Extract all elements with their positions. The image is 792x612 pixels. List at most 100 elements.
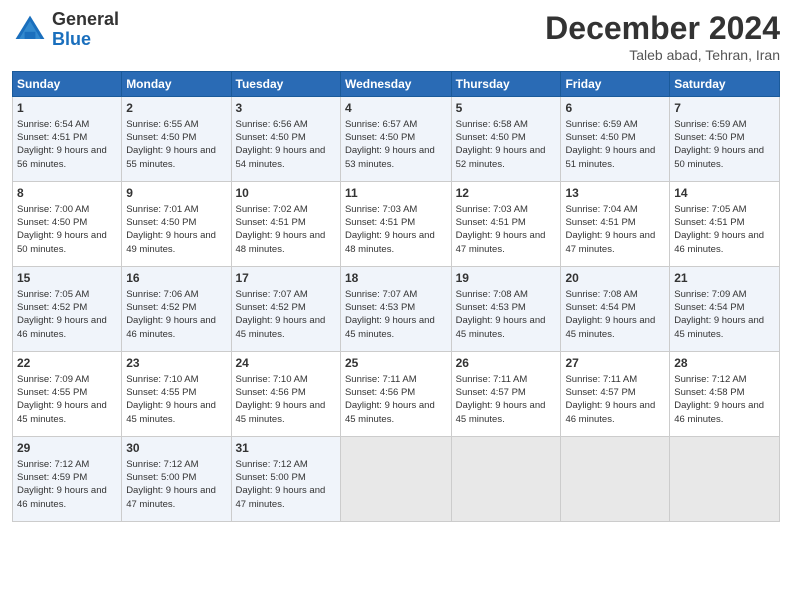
calendar-cell: 29Sunrise: 7:12 AMSunset: 4:59 PMDayligh… [13, 437, 122, 522]
daylight-text: Daylight: 9 hours and 45 minutes. [236, 315, 326, 339]
calendar-cell: 20 Sunrise: 7:08 AM Sunset: 4:54 PM Dayligh… [561, 267, 670, 352]
sunset-text: Sunset: 4:54 PM [674, 302, 744, 313]
sunset-text: Sunset: 4:50 PM [565, 132, 635, 143]
sunrise-text: Sunrise: 6:54 AM [17, 119, 89, 130]
daylight-text: Daylight: 9 hours and 48 minutes. [236, 230, 326, 254]
calendar-cell: 5Sunrise: 6:58 AMSunset: 4:50 PMDaylight… [451, 97, 561, 182]
daylight-text: Daylight: 9 hours and 46 minutes. [674, 400, 764, 424]
sunrise-text: Sunrise: 6:56 AM [236, 119, 308, 130]
header-row: SundayMondayTuesdayWednesdayThursdayFrid… [13, 72, 780, 97]
sunrise-text: Sunrise: 7:03 AM [456, 204, 528, 215]
sunset-text: Sunset: 4:50 PM [345, 132, 415, 143]
day-number: 9 [126, 185, 226, 202]
sunrise-text: Sunrise: 7:11 AM [456, 374, 528, 385]
day-number: 17 [236, 270, 336, 287]
sunset-text: Sunset: 4:50 PM [126, 132, 196, 143]
daylight-text: Daylight: 9 hours and 50 minutes. [17, 230, 107, 254]
day-number: 15 [17, 270, 117, 287]
calendar-cell [451, 437, 561, 522]
calendar-cell: 31Sunrise: 7:12 AMSunset: 5:00 PMDayligh… [231, 437, 340, 522]
sunset-text: Sunset: 4:51 PM [345, 217, 415, 228]
calendar-cell: 9Sunrise: 7:01 AMSunset: 4:50 PMDaylight… [122, 182, 231, 267]
daylight-text: Daylight: 9 hours and 46 minutes. [17, 485, 107, 509]
sunset-text: Sunset: 4:50 PM [456, 132, 526, 143]
daylight-text: Daylight: 9 hours and 48 minutes. [345, 230, 435, 254]
sunset-text: Sunset: 4:55 PM [126, 387, 196, 398]
sunrise-text: Sunrise: 7:12 AM [17, 459, 89, 470]
daylight-text: Daylight: 9 hours and 50 minutes. [674, 145, 764, 169]
day-header-saturday: Saturday [670, 72, 780, 97]
daylight-text: Daylight: 9 hours and 45 minutes. [17, 400, 107, 424]
calendar-cell: 27Sunrise: 7:11 AMSunset: 4:57 PMDayligh… [561, 352, 670, 437]
calendar-cell [561, 437, 670, 522]
sunset-text: Sunset: 4:58 PM [674, 387, 744, 398]
sunrise-text: Sunrise: 6:57 AM [345, 119, 417, 130]
daylight-text: Daylight: 9 hours and 45 minutes. [345, 400, 435, 424]
week-row-5: 29Sunrise: 7:12 AMSunset: 4:59 PMDayligh… [13, 437, 780, 522]
day-number: 25 [345, 355, 447, 372]
sunset-text: Sunset: 4:54 PM [565, 302, 635, 313]
day-number: 21 [674, 270, 775, 287]
sunset-text: Sunset: 4:52 PM [17, 302, 87, 313]
week-row-2: 8Sunrise: 7:00 AMSunset: 4:50 PMDaylight… [13, 182, 780, 267]
sunrise-text: Sunrise: 7:11 AM [565, 374, 637, 385]
sunrise-text: Sunrise: 7:05 AM [674, 204, 746, 215]
calendar-cell: 25Sunrise: 7:11 AMSunset: 4:56 PMDayligh… [340, 352, 451, 437]
sunrise-text: Sunrise: 6:59 AM [674, 119, 746, 130]
day-number: 14 [674, 185, 775, 202]
calendar-cell: 18Sunrise: 7:07 AMSunset: 4:53 PMDayligh… [340, 267, 451, 352]
calendar-cell: 8Sunrise: 7:00 AMSunset: 4:50 PMDaylight… [13, 182, 122, 267]
day-number: 29 [17, 440, 117, 457]
week-row-1: 1Sunrise: 6:54 AMSunset: 4:51 PMDaylight… [13, 97, 780, 182]
day-number: 2 [126, 100, 226, 117]
daylight-text: Daylight: 9 hours and 47 minutes. [236, 485, 326, 509]
sunrise-text: Sunrise: 7:04 AM [565, 204, 637, 215]
daylight-text: Daylight: 9 hours and 56 minutes. [17, 145, 107, 169]
sunset-text: Sunset: 4:50 PM [674, 132, 744, 143]
calendar-cell: 21Sunrise: 7:09 AMSunset: 4:54 PMDayligh… [670, 267, 780, 352]
sunset-text: Sunset: 4:53 PM [345, 302, 415, 313]
sunrise-text: Sunrise: 7:10 AM [126, 374, 198, 385]
day-header-wednesday: Wednesday [340, 72, 451, 97]
day-number: 18 [345, 270, 447, 287]
calendar-cell: 16Sunrise: 7:06 AMSunset: 4:52 PMDayligh… [122, 267, 231, 352]
day-number: 31 [236, 440, 336, 457]
calendar-cell: 19Sunrise: 7:08 AMSunset: 4:53 PMDayligh… [451, 267, 561, 352]
daylight-text: Daylight: 9 hours and 47 minutes. [126, 485, 216, 509]
logo-icon [12, 12, 48, 48]
daylight-text: Daylight: 9 hours and 49 minutes. [126, 230, 216, 254]
daylight-text: Daylight: 9 hours and 45 minutes. [126, 400, 216, 424]
calendar-cell: 6Sunrise: 6:59 AMSunset: 4:50 PMDaylight… [561, 97, 670, 182]
daylight-text: Daylight: 9 hours and 52 minutes. [456, 145, 546, 169]
sunrise-text: Sunrise: 7:09 AM [17, 374, 89, 385]
daylight-text: Daylight: 9 hours and 47 minutes. [565, 230, 655, 254]
calendar-cell: 1Sunrise: 6:54 AMSunset: 4:51 PMDaylight… [13, 97, 122, 182]
calendar-cell: 22Sunrise: 7:09 AMSunset: 4:55 PMDayligh… [13, 352, 122, 437]
calendar-cell: 30Sunrise: 7:12 AMSunset: 5:00 PMDayligh… [122, 437, 231, 522]
day-number: 22 [17, 355, 117, 372]
logo-line2: Blue [52, 30, 119, 50]
day-number: 12 [456, 185, 557, 202]
day-number: 27 [565, 355, 665, 372]
sunset-text: Sunset: 4:52 PM [236, 302, 306, 313]
daylight-text: Daylight: 9 hours and 45 minutes. [565, 315, 655, 339]
daylight-text: Daylight: 9 hours and 54 minutes. [236, 145, 326, 169]
sunrise-text: Sunrise: 7:12 AM [674, 374, 746, 385]
sunrise-text: Sunrise: 7:12 AM [236, 459, 308, 470]
day-header-friday: Friday [561, 72, 670, 97]
sunrise-text: Sunrise: 7:07 AM [345, 289, 417, 300]
daylight-text: Daylight: 9 hours and 45 minutes. [674, 315, 764, 339]
day-number: 5 [456, 100, 557, 117]
day-number: 20 [565, 270, 665, 287]
calendar-subtitle: Taleb abad, Tehran, Iran [545, 47, 780, 63]
week-row-3: 15 Sunrise: 7:05 AM Sunset: 4:52 PM Dayligh… [13, 267, 780, 352]
calendar-container: General Blue December 2024 Taleb abad, T… [0, 0, 792, 532]
week-row-4: 22 Sunrise: 7:09 AM Sunset: 4:55 PM Dayligh… [13, 352, 780, 437]
sunrise-text: Sunrise: 7:08 AM [565, 289, 637, 300]
daylight-text: Daylight: 9 hours and 46 minutes. [17, 315, 107, 339]
sunset-text: Sunset: 4:50 PM [236, 132, 306, 143]
day-header-tuesday: Tuesday [231, 72, 340, 97]
day-number: 3 [236, 100, 336, 117]
sunrise-text: Sunrise: 7:05 AM [17, 289, 89, 300]
header: General Blue December 2024 Taleb abad, T… [12, 10, 780, 63]
